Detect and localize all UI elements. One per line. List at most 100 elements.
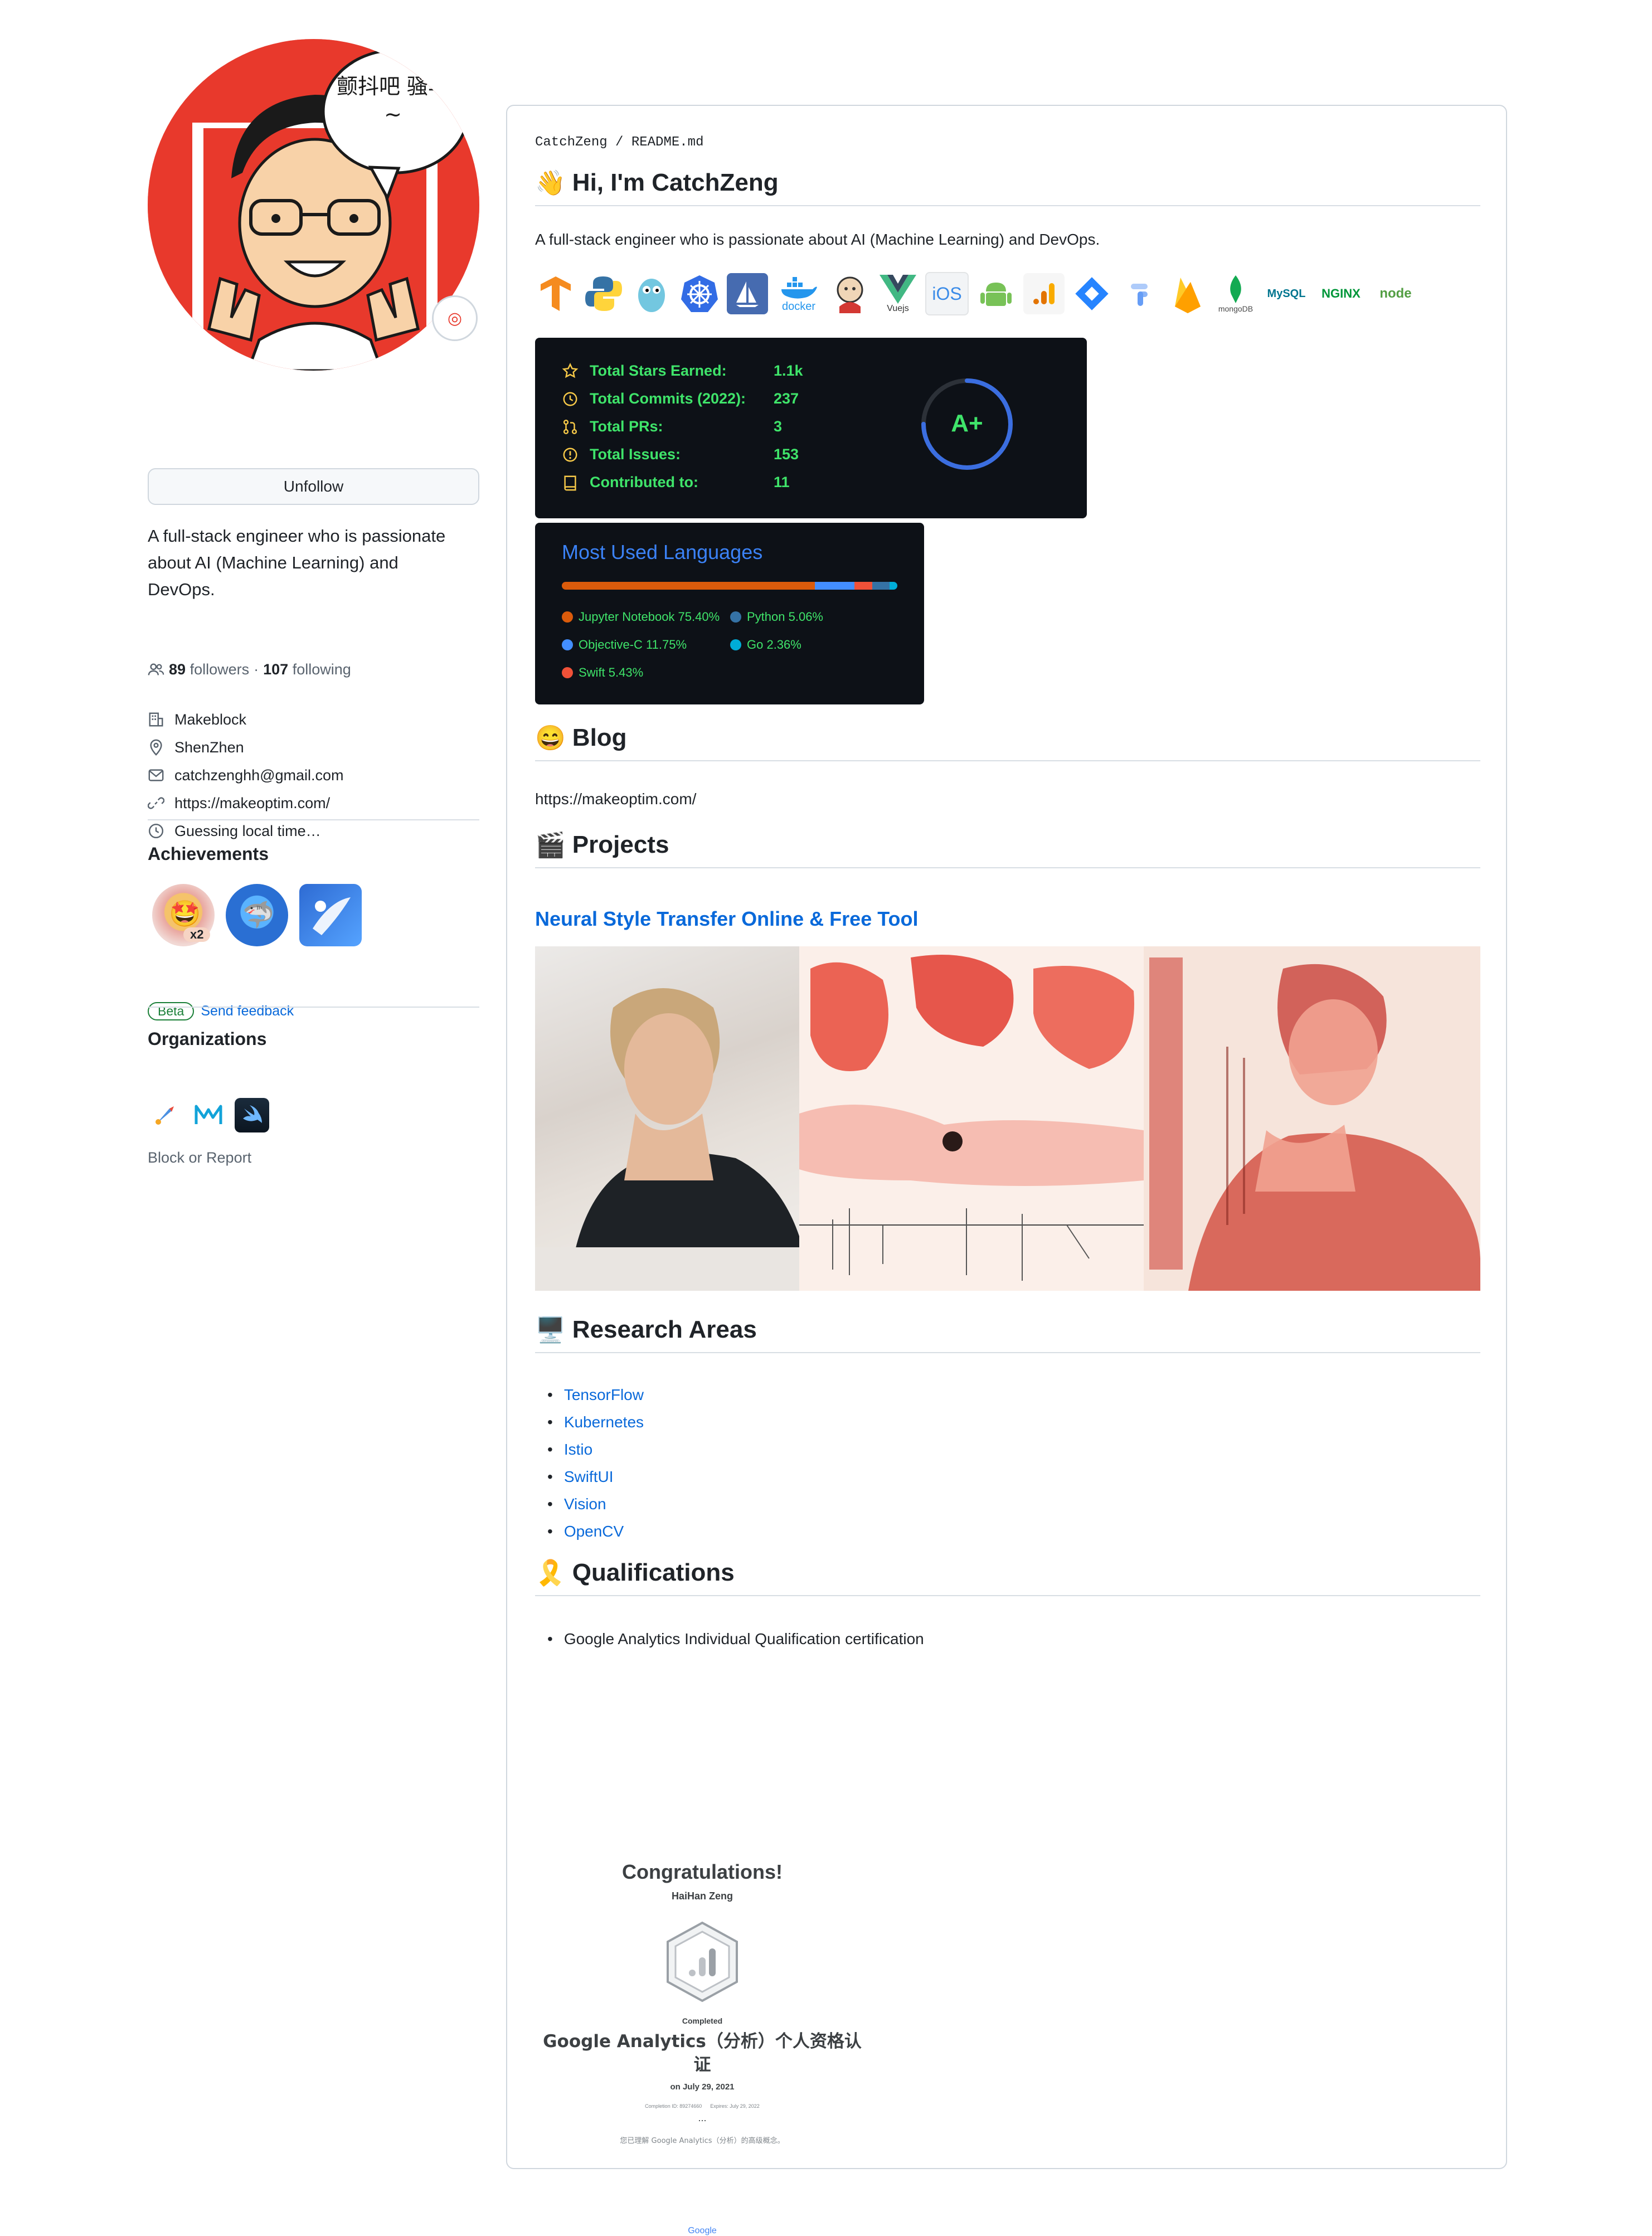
research-link-istio[interactable]: Istio bbox=[564, 1441, 592, 1459]
profile-sidebar: 颤抖吧 骚年~ ◎ Unfollow A full-stack engineer… bbox=[148, 39, 479, 1166]
analytics-badge-icon bbox=[667, 1921, 738, 2002]
list-item: Istio bbox=[564, 1436, 644, 1463]
mongo-label: mongoDB bbox=[1218, 304, 1253, 313]
following-count: 107 bbox=[263, 661, 289, 678]
language-item: Objective-C 11.75% bbox=[562, 638, 687, 652]
language-item: Python 5.06% bbox=[730, 610, 823, 624]
project-image-style[interactable] bbox=[799, 946, 1144, 1291]
shark-icon: 🦈 bbox=[242, 900, 275, 929]
stat-label: Total Stars Earned: bbox=[590, 362, 727, 379]
list-item: Vision bbox=[564, 1490, 644, 1518]
unfollow-button[interactable]: Unfollow bbox=[148, 468, 479, 505]
tech-icons-row: docker Vuejs iOS mongoDB MySQL NGINX nod… bbox=[535, 269, 1419, 319]
projects-heading-text: Projects bbox=[572, 831, 669, 858]
firebase-icon[interactable] bbox=[1167, 273, 1208, 314]
stat-row-contributed: Contributed to: 11 bbox=[562, 474, 790, 491]
website-link[interactable]: https://makeoptim.com/ bbox=[174, 795, 330, 812]
achievement-badge-quickdraw[interactable] bbox=[299, 884, 362, 946]
crumb-file[interactable]: README.md bbox=[631, 135, 704, 150]
certificate-footnote: 您已理解 Google Analytics（分析）的高级概念。 bbox=[620, 2137, 785, 2145]
list-item: Kubernetes bbox=[564, 1408, 644, 1436]
block-or-report-link[interactable]: Block or Report bbox=[148, 1149, 251, 1166]
vuejs-icon[interactable]: Vuejs bbox=[877, 273, 919, 314]
quickdraw-icon bbox=[313, 897, 351, 935]
language-label: Python 5.06% bbox=[747, 610, 823, 624]
jira-icon[interactable] bbox=[1071, 273, 1112, 314]
website-item: https://makeoptim.com/ bbox=[148, 789, 479, 817]
language-item: Swift 5.43% bbox=[562, 665, 643, 680]
crumb-user[interactable]: CatchZeng bbox=[535, 135, 608, 150]
tensorflow-icon[interactable] bbox=[535, 273, 576, 314]
clock-icon bbox=[148, 823, 164, 839]
stat-value: 11 bbox=[774, 474, 790, 490]
jenkins-icon[interactable] bbox=[829, 273, 871, 314]
achievements-title: Achievements bbox=[148, 844, 269, 864]
followers-count: 89 bbox=[169, 661, 186, 678]
nodejs-icon[interactable]: node bbox=[1372, 273, 1419, 314]
stat-label: Contributed to: bbox=[590, 474, 698, 490]
language-label: Swift 5.43% bbox=[579, 665, 644, 679]
bio-line: about AI (Machine Learning) and bbox=[148, 553, 399, 572]
project-image-content[interactable] bbox=[535, 946, 799, 1291]
language-dot bbox=[562, 639, 573, 650]
repo-icon bbox=[564, 475, 576, 490]
starstruck-icon: 🤩 bbox=[169, 899, 201, 928]
ios-icon[interactable]: iOS bbox=[925, 272, 969, 315]
stat-label: Total PRs: bbox=[590, 418, 663, 435]
research-link-kubernetes[interactable]: Kubernetes bbox=[564, 1413, 644, 1431]
mysql-icon[interactable]: MySQL bbox=[1263, 273, 1310, 314]
research-link-swiftui[interactable]: SwiftUI bbox=[564, 1468, 614, 1486]
stat-value: 153 bbox=[774, 446, 799, 463]
list-item: SwiftUI bbox=[564, 1463, 644, 1490]
followers-link[interactable]: 89 followers bbox=[169, 661, 249, 678]
certificate-image[interactable]: Congratulations! HaiHan Zeng Completed G… bbox=[535, 1756, 869, 2123]
certificate-completed: Completed bbox=[682, 2016, 723, 2025]
style-painting bbox=[799, 946, 1144, 1291]
pull-request-icon bbox=[563, 419, 577, 434]
org-swift[interactable] bbox=[235, 1098, 269, 1132]
nginx-icon[interactable]: NGINX bbox=[1316, 273, 1366, 314]
istio-icon[interactable] bbox=[727, 273, 768, 314]
certificate-congrats: Congratulations! bbox=[622, 1860, 783, 1883]
language-dot bbox=[562, 611, 573, 623]
android-icon[interactable] bbox=[975, 273, 1017, 314]
achievement-badge-pull-shark[interactable]: 🦈 bbox=[226, 884, 288, 946]
go-icon[interactable] bbox=[631, 273, 672, 314]
project-link[interactable]: Neural Style Transfer Online & Free Tool bbox=[535, 907, 919, 931]
blog-link[interactable]: https://makeoptim.com/ bbox=[535, 790, 696, 808]
send-feedback-link[interactable]: Send feedback bbox=[201, 1003, 294, 1019]
vue-label: Vuejs bbox=[887, 304, 909, 313]
kubernetes-icon[interactable] bbox=[679, 273, 720, 314]
readme-breadcrumb: CatchZeng / README.md bbox=[535, 135, 703, 150]
python-icon[interactable] bbox=[583, 273, 624, 314]
research-link-tensorflow[interactable]: TensorFlow bbox=[564, 1386, 644, 1404]
email-link[interactable]: catchzenghh@gmail.com bbox=[174, 767, 344, 784]
org-rocket[interactable] bbox=[148, 1098, 182, 1132]
google-analytics-icon[interactable] bbox=[1023, 273, 1065, 314]
google-cloud-icon[interactable] bbox=[1119, 273, 1160, 314]
achievement-badge-starstruck[interactable]: 🤩 x2 bbox=[152, 884, 215, 946]
following-label: following bbox=[292, 661, 351, 678]
research-link-opencv[interactable]: OpenCV bbox=[564, 1523, 624, 1540]
following-link[interactable]: 107 following bbox=[263, 661, 351, 678]
language-bar-segment bbox=[854, 582, 873, 590]
stylized-portrait bbox=[1144, 946, 1480, 1291]
research-link-vision[interactable]: Vision bbox=[564, 1495, 606, 1513]
link-icon bbox=[148, 797, 164, 809]
language-item: Go 2.36% bbox=[730, 638, 801, 652]
stat-label: Total Issues: bbox=[590, 446, 681, 463]
certificate-id: Completion ID: 89274660 bbox=[645, 2103, 702, 2109]
org-makeblock[interactable] bbox=[191, 1098, 226, 1132]
mongodb-icon[interactable]: mongoDB bbox=[1215, 273, 1256, 314]
docker-icon[interactable]: docker bbox=[775, 273, 823, 314]
certificate-dots: ... bbox=[698, 2112, 707, 2123]
avatar[interactable]: 颤抖吧 骚年~ bbox=[148, 39, 479, 371]
docker-label: docker bbox=[781, 300, 816, 313]
company-item: Makeblock bbox=[148, 706, 479, 733]
history-icon bbox=[563, 392, 577, 406]
languages-bar bbox=[562, 582, 897, 590]
set-status-button[interactable]: ◎ bbox=[432, 295, 478, 341]
languages-title: Most Used Languages bbox=[562, 541, 763, 563]
grin-icon: 😄 bbox=[535, 725, 566, 752]
project-image-result[interactable] bbox=[1144, 946, 1480, 1291]
